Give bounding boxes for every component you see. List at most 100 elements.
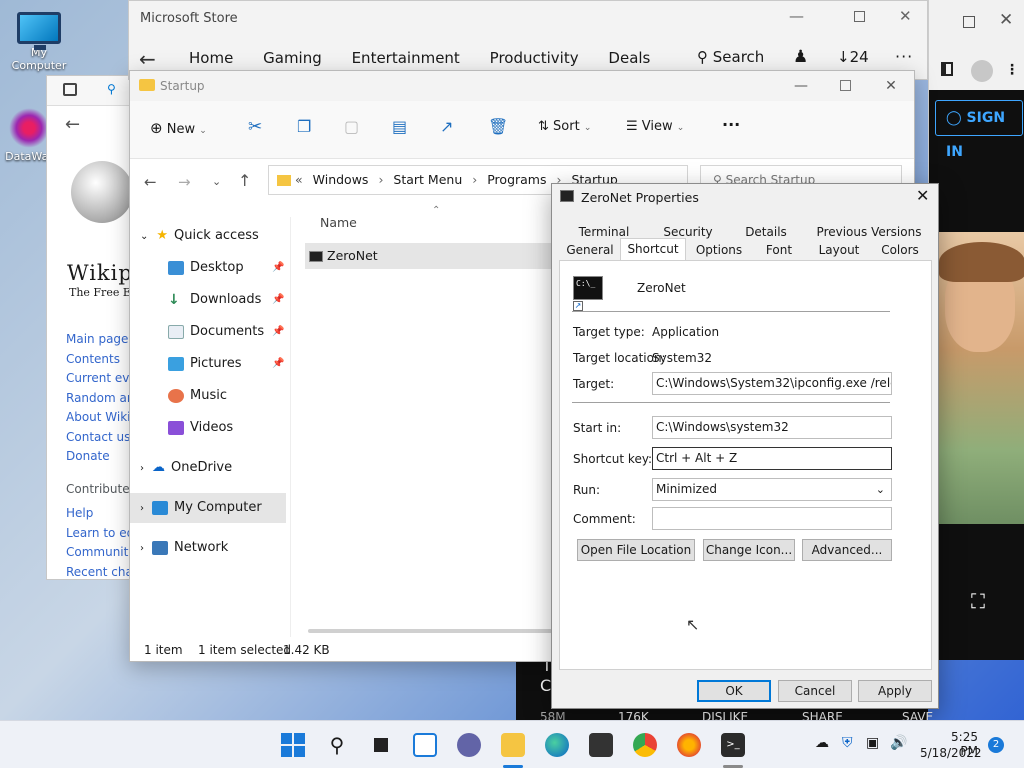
minimize-icon[interactable]: — [778, 71, 824, 101]
tree-item-videos[interactable]: Videos [130, 413, 286, 443]
tab-font[interactable]: Font [758, 241, 800, 259]
pin-icon[interactable]: 📌 [272, 317, 284, 347]
store-search[interactable]: ⚲ Search [697, 48, 764, 66]
firefox-icon[interactable] [677, 733, 701, 757]
terminal-icon[interactable]: >_ [721, 733, 745, 757]
tree-item-pictures[interactable]: Pictures 📌 [130, 349, 286, 379]
store-downloads[interactable]: ↓24 [837, 48, 869, 66]
store-taskbar-icon[interactable] [589, 733, 613, 757]
store-nav-home[interactable]: Home [189, 49, 233, 67]
user-icon[interactable]: ♟ [793, 47, 808, 67]
security-tray-icon[interactable]: ⛨ [842, 735, 853, 751]
chat-icon[interactable] [457, 733, 481, 757]
back-arrow-icon[interactable]: ← [139, 47, 156, 71]
sort-button[interactable]: ⇅ Sort ⌄ [538, 119, 591, 134]
clock-date[interactable]: 5/18/2022 [920, 746, 982, 760]
shortcut-key-field[interactable]: Ctrl + Alt + Z [652, 447, 892, 470]
store-nav-productivity[interactable]: Productivity [490, 49, 579, 67]
back-arrow-icon[interactable]: ← [65, 114, 80, 135]
volume-icon[interactable]: 🔊 [890, 735, 907, 751]
tree-my-computer[interactable]: › My Computer [130, 493, 286, 523]
store-nav-gaming[interactable]: Gaming [263, 49, 322, 67]
tab-icon[interactable] [63, 83, 77, 96]
minimize-icon[interactable]: — [789, 7, 804, 25]
more-icon[interactable]: ⋮ [1005, 62, 1019, 78]
pin-icon[interactable]: 📌 [272, 349, 284, 379]
apply-button[interactable]: Apply [858, 680, 932, 702]
up-arrow-icon[interactable]: ↑ [238, 171, 251, 190]
close-icon[interactable]: ✕ [899, 7, 912, 25]
delete-icon[interactable]: 🗑 [488, 117, 508, 136]
maximize-icon[interactable] [840, 80, 851, 91]
reading-view-icon[interactable] [941, 62, 953, 76]
search-icon[interactable]: ⚲ [107, 82, 116, 96]
ok-button[interactable]: OK [697, 680, 771, 702]
tab-general[interactable]: General [564, 241, 616, 259]
search-icon[interactable]: ⚲ [325, 733, 349, 757]
file-explorer-taskbar-icon[interactable] [501, 733, 525, 757]
horizontal-scrollbar[interactable] [308, 629, 558, 633]
browser-window-strip[interactable]: ✕ ⋮ ◯ SIGN IN ⛶ [928, 0, 1024, 660]
breadcrumb-windows[interactable]: Windows [313, 172, 369, 187]
microsoft-store-window[interactable]: Microsoft Store — ✕ ← Home Gaming Entert… [128, 0, 928, 80]
tab-previous-versions[interactable]: Previous Versions [814, 223, 924, 241]
video-thumbnail[interactable] [939, 232, 1024, 524]
task-view-icon[interactable] [369, 733, 393, 757]
wikipedia-window[interactable]: ⚲ ← Wikip The Free En Main page Contents… [46, 75, 142, 580]
change-icon-button[interactable]: Change Icon... [703, 539, 795, 561]
view-button[interactable]: ☰ View ⌄ [626, 119, 684, 134]
store-nav-entertainment[interactable]: Entertainment [352, 49, 460, 67]
maximize-icon[interactable] [963, 16, 975, 28]
tab-layout[interactable]: Layout [814, 241, 864, 259]
column-header-name[interactable]: Name [320, 215, 357, 230]
forward-arrow-icon[interactable]: → [178, 173, 191, 191]
advanced-button[interactable]: Advanced... [802, 539, 892, 561]
maximize-icon[interactable] [854, 11, 865, 22]
file-row[interactable]: ZeroNet [305, 243, 555, 269]
tab-colors[interactable]: Colors [876, 241, 924, 259]
properties-dialog[interactable]: ZeroNet Properties ✕ Terminal Security D… [551, 183, 939, 709]
sign-in-button[interactable]: ◯ SIGN IN [935, 100, 1023, 160]
recent-locations-icon[interactable]: ⌄ [212, 175, 221, 188]
tree-quick-access[interactable]: ⌄ ★ Quick access [130, 221, 286, 251]
widgets-icon[interactable] [413, 733, 437, 757]
cut-icon[interactable]: ✂ [248, 117, 262, 137]
new-button[interactable]: ⊕ New ⌄ [150, 119, 207, 137]
tree-network[interactable]: › Network [130, 533, 286, 563]
breadcrumb-programs[interactable]: Programs [487, 172, 546, 187]
pin-icon[interactable]: 📌 [272, 285, 284, 315]
edge-icon[interactable] [545, 733, 569, 757]
tab-options[interactable]: Options [692, 241, 746, 259]
chrome-icon[interactable] [633, 733, 657, 757]
onedrive-tray-icon[interactable]: ☁ [815, 735, 829, 751]
profile-avatar-icon[interactable] [971, 60, 993, 82]
close-icon[interactable]: ✕ [916, 186, 929, 205]
tab-shortcut[interactable]: Shortcut [620, 238, 686, 260]
tree-onedrive[interactable]: › ☁ OneDrive [130, 453, 286, 483]
open-file-location-button[interactable]: Open File Location [577, 539, 695, 561]
tree-item-desktop[interactable]: Desktop 📌 [130, 253, 286, 283]
fullscreen-icon[interactable]: ⛶ [971, 591, 991, 611]
more-icon[interactable]: ··· [895, 47, 913, 66]
tree-item-music[interactable]: Music [130, 381, 286, 411]
start-in-field[interactable]: C:\Windows\system32 [652, 416, 892, 439]
start-icon[interactable] [281, 733, 305, 757]
copy-icon[interactable]: ❐ [297, 117, 311, 136]
back-arrow-icon[interactable]: ← [144, 173, 157, 191]
store-nav-deals[interactable]: Deals [608, 49, 650, 67]
close-icon[interactable]: ✕ [999, 10, 1013, 30]
comment-field[interactable] [652, 507, 892, 530]
run-select[interactable]: Minimized ⌄ [652, 478, 892, 501]
tree-item-downloads[interactable]: ↓ Downloads 📌 [130, 285, 286, 315]
rename-icon[interactable]: ▤ [392, 117, 407, 136]
cancel-button[interactable]: Cancel [778, 680, 852, 702]
network-tray-icon[interactable]: ▣ [866, 735, 879, 751]
notification-badge[interactable]: 2 [988, 737, 1004, 753]
tree-item-documents[interactable]: Documents 📌 [130, 317, 286, 347]
desktop-icon-my-computer[interactable]: My Computer [4, 12, 74, 72]
breadcrumb-start-menu[interactable]: Start Menu [393, 172, 462, 187]
share-icon[interactable]: ↗ [440, 117, 453, 136]
tab-details[interactable]: Details [736, 223, 796, 241]
close-icon[interactable]: ✕ [868, 71, 914, 101]
pin-icon[interactable]: 📌 [272, 253, 284, 283]
